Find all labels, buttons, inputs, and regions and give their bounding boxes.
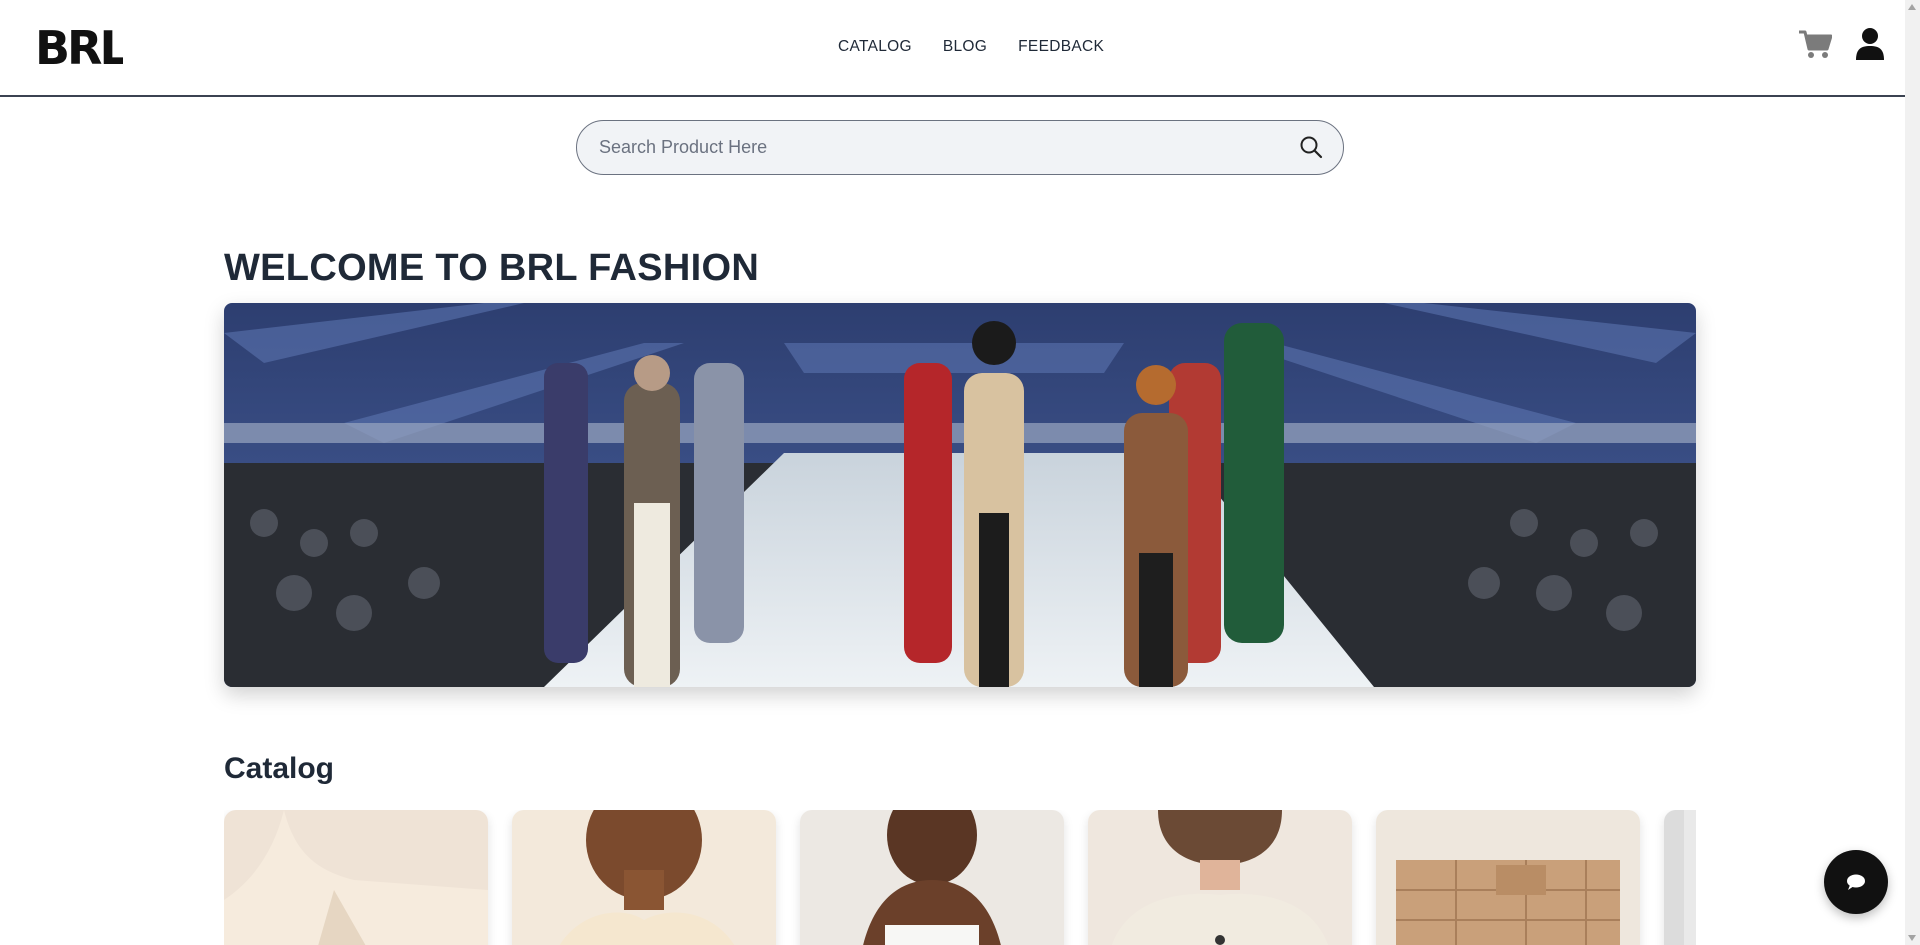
chat-button[interactable]: [1824, 850, 1888, 914]
nav-link-blog[interactable]: BLOG: [943, 38, 987, 56]
search-bar: [576, 120, 1344, 175]
nav-link-catalog[interactable]: CATALOG: [838, 38, 912, 56]
catalog-heading: Catalog: [224, 752, 335, 785]
top-navbar: BRL CATALOG BLOG FEEDBACK: [0, 0, 1905, 97]
search-input[interactable]: [599, 121, 1259, 173]
welcome-heading: WELCOME TO BRL FASHION: [224, 247, 760, 289]
scroll-up-arrow-icon[interactable]: [1908, 4, 1916, 10]
catalog-card-4[interactable]: [1088, 810, 1352, 945]
search-icon[interactable]: [1299, 135, 1323, 159]
hero-runway-image: [224, 303, 1696, 687]
nav-link-feedback[interactable]: FEEDBACK: [1018, 38, 1104, 56]
catalog-card-2[interactable]: [512, 810, 776, 945]
catalog-card-5[interactable]: [1376, 810, 1640, 945]
main-nav: CATALOG BLOG FEEDBACK: [838, 38, 1104, 56]
catalog-card-6[interactable]: [1664, 810, 1696, 945]
page-scrollbar[interactable]: [1905, 0, 1920, 945]
scroll-down-arrow-icon[interactable]: [1908, 935, 1916, 941]
svg-text:BRL: BRL: [35, 24, 123, 70]
catalog-carousel: [224, 810, 1696, 945]
catalog-card-3[interactable]: [800, 810, 1064, 945]
cart-icon[interactable]: [1798, 28, 1832, 60]
user-icon[interactable]: [1855, 27, 1885, 61]
brl-logo[interactable]: BRL: [35, 24, 123, 70]
catalog-card-1[interactable]: [224, 810, 488, 945]
chat-bubble-icon: [1847, 874, 1865, 890]
